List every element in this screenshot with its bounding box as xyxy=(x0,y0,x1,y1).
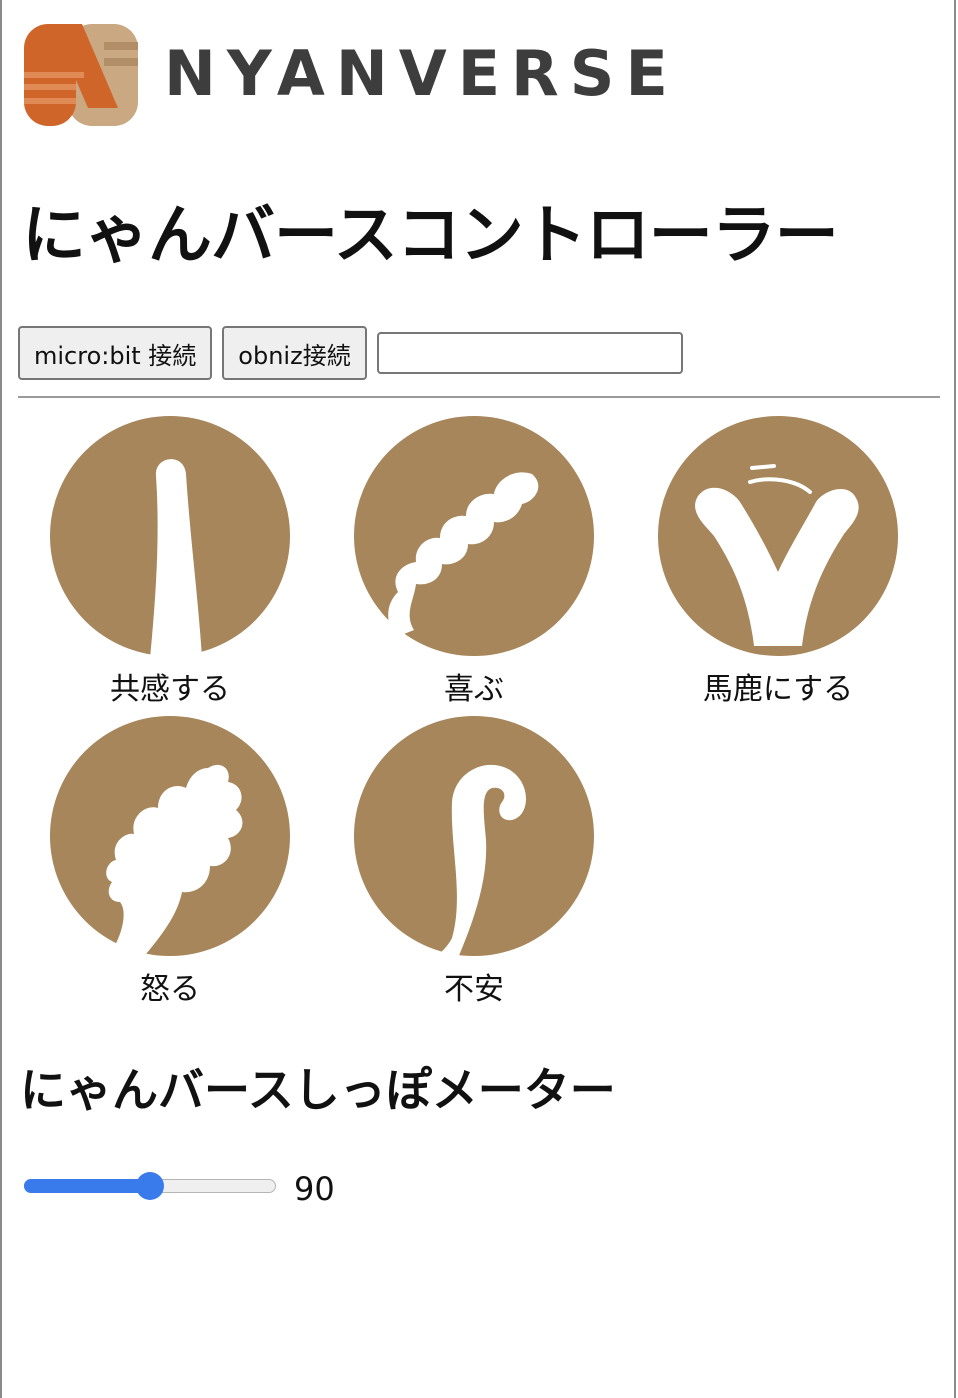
brand-name: NYANVERSE xyxy=(164,37,679,110)
nyanverse-logo-icon xyxy=(24,24,138,126)
emotion-button-sympathize[interactable]: 共感する xyxy=(50,416,290,710)
tail-wavy-icon xyxy=(354,416,594,656)
microbit-connect-button[interactable]: micro:bit 接続 xyxy=(18,326,213,380)
brand-logo: NYANVERSE xyxy=(22,22,668,128)
emotion-button-mock[interactable]: 馬鹿にする xyxy=(658,416,898,710)
page-title: にゃんバースコントローラー xyxy=(22,199,839,273)
meter-title: にゃんバースしっぽメーター xyxy=(20,1063,616,1117)
emotion-label: 馬鹿にする xyxy=(702,672,854,707)
tail-meter-slider[interactable] xyxy=(22,1170,278,1202)
tail-straight-up-icon xyxy=(50,416,290,656)
tail-hooked-icon xyxy=(354,716,594,956)
connection-toolbar: micro:bit 接続 obniz接続 xyxy=(18,326,683,380)
emotion-label: 不安 xyxy=(444,972,504,1007)
emotion-button-angry[interactable]: 怒る xyxy=(50,716,290,1010)
emotion-label: 喜ぶ xyxy=(444,672,504,707)
emotion-button-happy[interactable]: 喜ぶ xyxy=(354,416,594,710)
divider xyxy=(18,396,940,398)
slider-fill xyxy=(24,1179,150,1193)
emotion-button-anxious[interactable]: 不安 xyxy=(354,716,594,1010)
obniz-id-input[interactable] xyxy=(376,332,683,374)
slider-thumb[interactable] xyxy=(136,1172,164,1200)
tail-v-shape-icon xyxy=(658,416,898,656)
tail-puffed-icon xyxy=(50,716,290,956)
emotion-label: 怒る xyxy=(140,972,200,1007)
emotion-label: 共感する xyxy=(110,672,230,707)
obniz-connect-button[interactable]: obniz接続 xyxy=(222,326,367,380)
meter-value: 90 xyxy=(294,1170,335,1208)
